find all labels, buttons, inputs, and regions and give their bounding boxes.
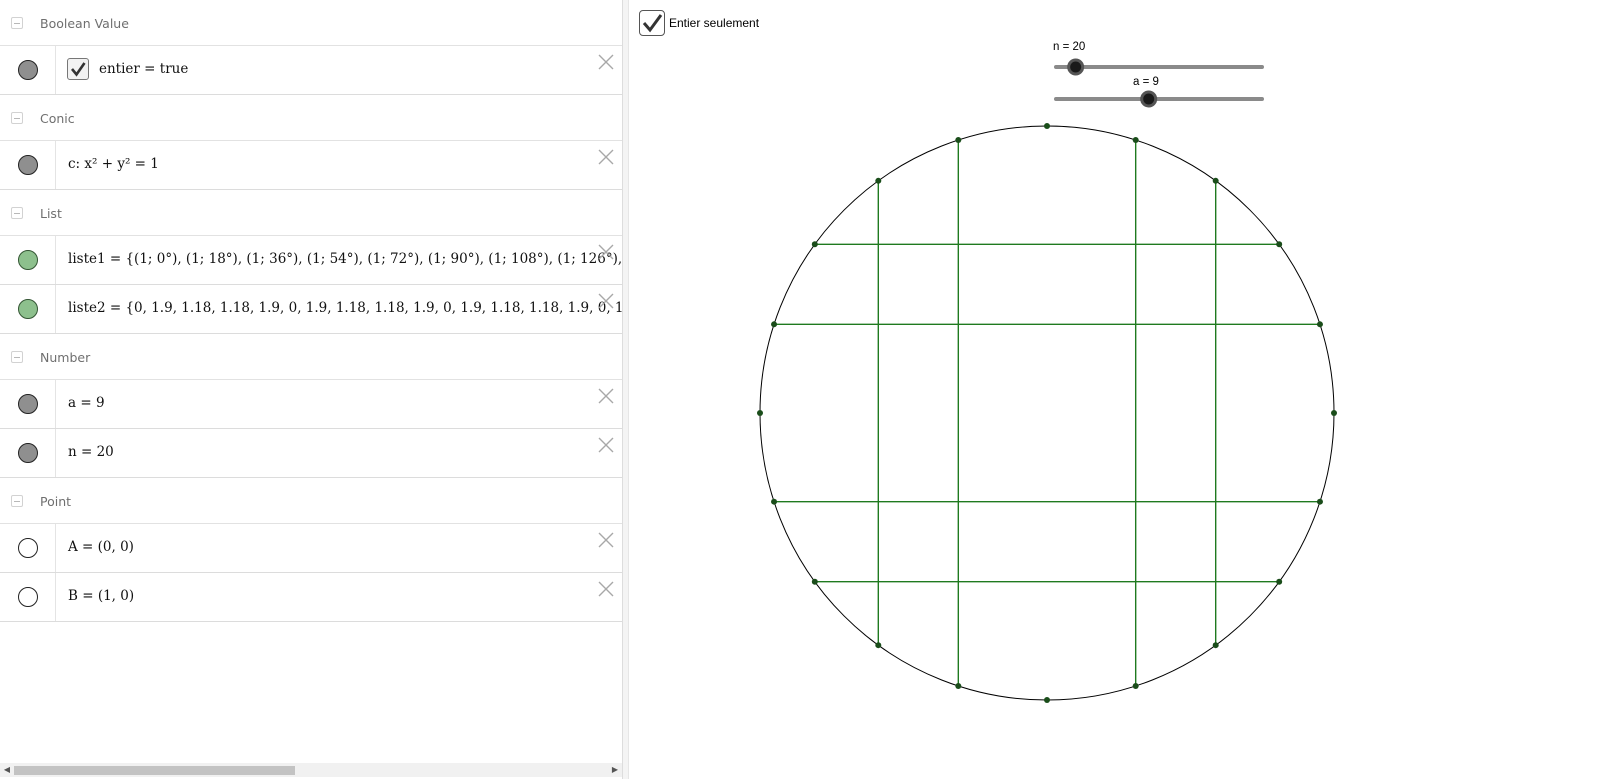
group-title: List [40, 206, 62, 221]
visibility-marble-icon[interactable] [18, 538, 38, 558]
entier-seulement-checkbox[interactable] [639, 10, 665, 36]
algebra-row[interactable]: liste2 = {0, 1.9, 1.18, 1.18, 1.9, 0, 1.… [0, 285, 622, 334]
horizontal-scrollbar[interactable]: ◀ ▶ [0, 763, 622, 777]
delete-icon[interactable] [597, 387, 615, 405]
group-header-number[interactable]: Number [0, 334, 622, 380]
check-icon [642, 14, 663, 33]
visibility-marble-icon[interactable] [18, 587, 38, 607]
marble-cell [0, 141, 56, 189]
algebra-definition[interactable]: A = (0, 0) [68, 539, 134, 555]
algebra-definition[interactable]: a = 9 [68, 395, 105, 411]
visibility-marble-icon[interactable] [18, 60, 38, 80]
circle-point [771, 498, 778, 505]
algebra-definition[interactable]: n = 20 [68, 444, 114, 460]
marble-cell [0, 380, 56, 428]
algebra-row[interactable]: entier = true [0, 46, 622, 95]
visibility-marble-icon[interactable] [18, 250, 38, 270]
boolean-checkbox[interactable] [67, 58, 89, 80]
marble-cell [0, 573, 56, 621]
graphics-canvas[interactable] [629, 0, 1616, 779]
circle-point [1044, 123, 1050, 129]
slider-n-label: n = 20 [1053, 41, 1086, 53]
check-icon [70, 62, 86, 77]
algebra-definition[interactable]: entier = true [99, 61, 188, 77]
algebra-row[interactable]: A = (0, 0) [0, 524, 622, 573]
marble-cell [0, 236, 56, 284]
scrollbar-thumb[interactable] [14, 766, 295, 775]
visibility-marble-icon[interactable] [18, 299, 38, 319]
visibility-marble-icon[interactable] [18, 394, 38, 414]
delete-icon[interactable] [597, 243, 615, 261]
circle-point [955, 137, 962, 144]
algebra-definition[interactable]: liste1 = {(1; 0°), (1; 18°), (1; 36°), (… [68, 251, 622, 267]
circle-point [1316, 321, 1323, 328]
unit-circle [759, 125, 1335, 701]
collapse-icon[interactable] [11, 207, 23, 219]
scroll-right-icon[interactable]: ▶ [608, 763, 622, 777]
algebra-definition[interactable]: B = (1, 0) [68, 588, 134, 604]
group-header-boolean-value[interactable]: Boolean Value [0, 0, 622, 46]
circle-point [875, 642, 882, 649]
circle-point [811, 241, 818, 248]
visibility-marble-icon[interactable] [18, 443, 38, 463]
group-header-conic[interactable]: Conic [0, 95, 622, 141]
circle-point [1316, 498, 1323, 505]
circle-point [1044, 697, 1050, 703]
delete-icon[interactable] [597, 531, 615, 549]
collapse-icon[interactable] [11, 17, 23, 29]
algebra-row[interactable]: liste1 = {(1; 0°), (1; 18°), (1; 36°), (… [0, 236, 622, 285]
group-title: Boolean Value [40, 16, 129, 31]
circle-point [1132, 682, 1139, 689]
circle-point [1212, 177, 1219, 184]
delete-icon[interactable] [597, 436, 615, 454]
slider-knob[interactable] [1140, 90, 1158, 108]
algebra-row[interactable]: a = 9 [0, 380, 622, 429]
marble-cell [0, 429, 56, 477]
algebra-definition[interactable]: liste2 = {0, 1.9, 1.18, 1.18, 1.9, 0, 1.… [68, 300, 622, 316]
scroll-left-icon[interactable]: ◀ [0, 763, 14, 777]
graphics-view[interactable]: Entier seulement n = 20 a = 9 [629, 0, 1616, 779]
collapse-icon[interactable] [11, 112, 23, 124]
view-splitter[interactable] [622, 0, 629, 779]
algebra-row[interactable]: B = (1, 0) [0, 573, 622, 622]
algebra-row[interactable]: c: x² + y² = 1 [0, 141, 622, 190]
algebra-definition[interactable]: c: x² + y² = 1 [68, 156, 159, 172]
marble-cell [0, 46, 56, 94]
algebra-row[interactable]: n = 20 [0, 429, 622, 478]
marble-cell [0, 285, 56, 333]
group-header-point[interactable]: Point [0, 478, 622, 524]
algebra-view: Boolean Value entier = true Conic c: x² + y… [0, 0, 622, 779]
circle-point [875, 177, 882, 184]
group-title: Point [40, 494, 72, 509]
circle-point [1331, 410, 1337, 416]
circle-point [771, 321, 778, 328]
circle-point [1132, 137, 1139, 144]
collapse-icon[interactable] [11, 351, 23, 363]
slider-knob[interactable] [1067, 58, 1085, 76]
slider-a-label: a = 9 [1133, 76, 1159, 88]
marble-cell [0, 524, 56, 572]
group-header-list[interactable]: List [0, 190, 622, 236]
visibility-marble-icon[interactable] [18, 155, 38, 175]
delete-icon[interactable] [597, 148, 615, 166]
circle-point [811, 578, 818, 585]
collapse-icon[interactable] [11, 495, 23, 507]
circle-point [757, 410, 763, 416]
delete-icon[interactable] [597, 580, 615, 598]
delete-icon[interactable] [597, 292, 615, 310]
group-title: Number [40, 350, 91, 365]
circle-point [1276, 241, 1283, 248]
circle-point [955, 682, 962, 689]
circle-point [1276, 578, 1283, 585]
delete-icon[interactable] [597, 53, 615, 71]
circle-point [1212, 642, 1219, 649]
group-title: Conic [40, 111, 75, 126]
entier-seulement-label: Entier seulement [669, 16, 760, 30]
